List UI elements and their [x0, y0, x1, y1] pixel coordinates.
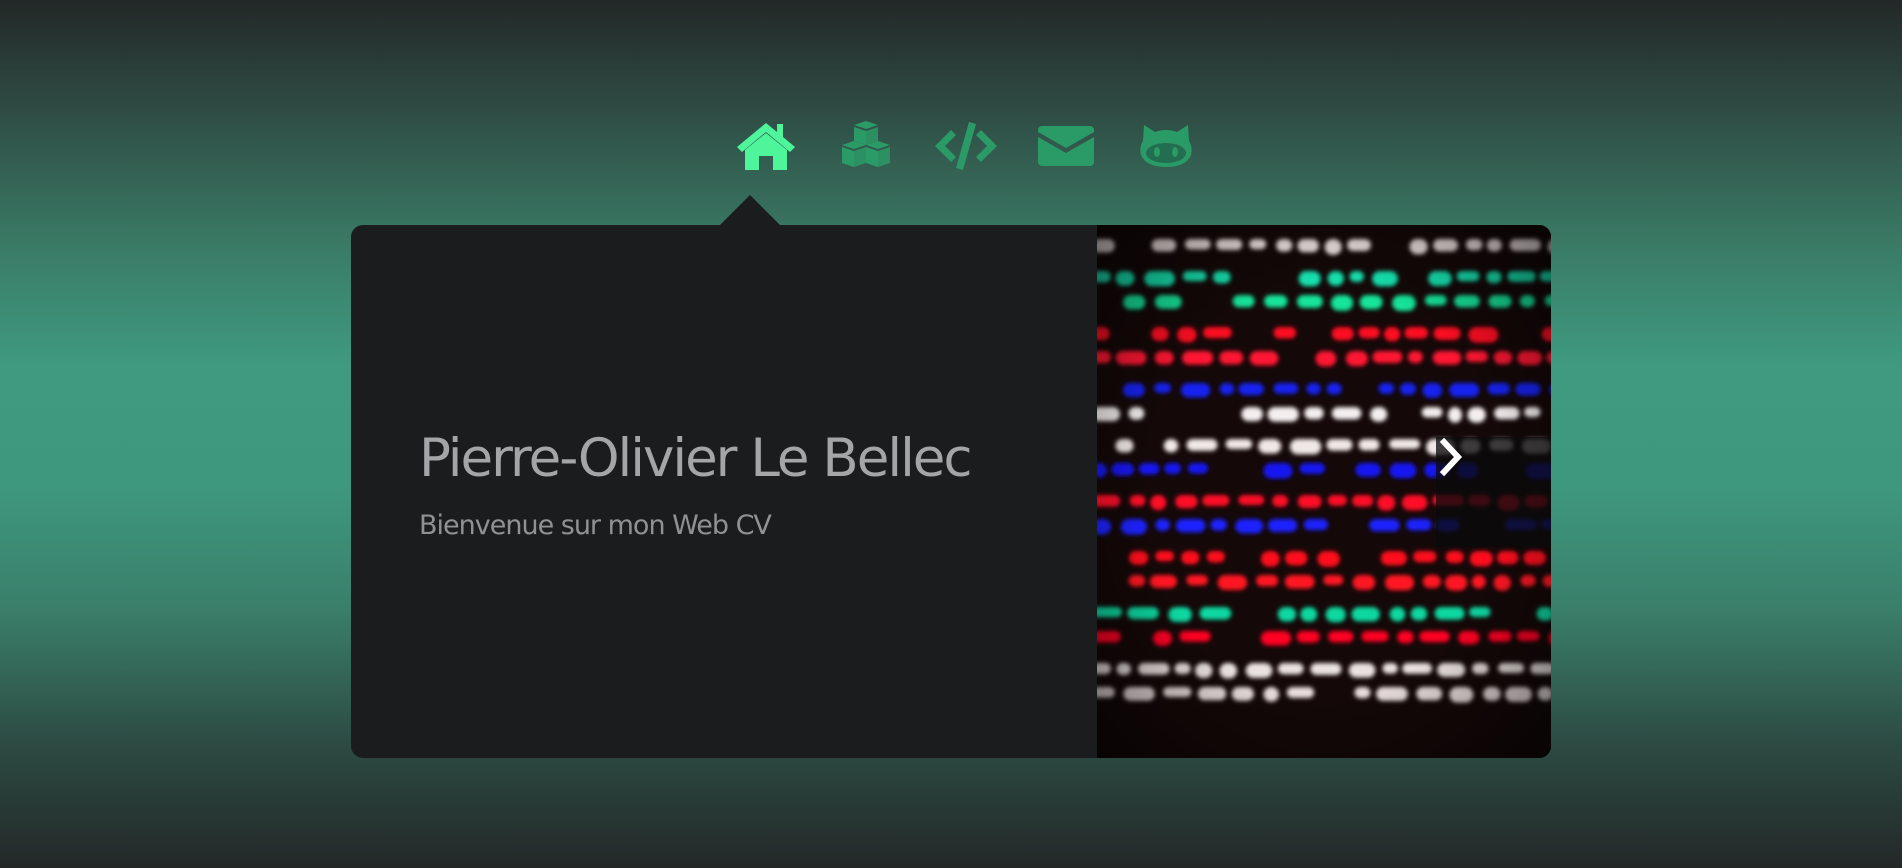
image-slider	[1097, 225, 1551, 758]
nav-code[interactable]	[916, 118, 1016, 174]
home-icon	[737, 123, 795, 170]
hero-title: Pierre-Olivier Le Bellec	[419, 428, 973, 489]
cubes-icon	[842, 121, 890, 167]
code-icon	[935, 122, 997, 170]
nav-contact[interactable]	[1016, 118, 1116, 174]
nav-github[interactable]	[1116, 118, 1216, 174]
envelope-icon	[1038, 126, 1094, 166]
nav-home[interactable]	[716, 118, 816, 174]
github-icon	[1140, 125, 1192, 167]
nav-projects[interactable]	[816, 118, 916, 174]
nav-active-pointer	[719, 195, 781, 226]
hero-card: Pierre-Olivier Le Bellec Bienvenue sur m…	[351, 225, 1551, 758]
chevron-right-icon	[1439, 437, 1463, 477]
hero-text: Pierre-Olivier Le Bellec Bienvenue sur m…	[419, 428, 1059, 542]
slider-next-button[interactable]	[1436, 437, 1551, 547]
main-nav	[716, 118, 1216, 174]
hero-subtitle: Bienvenue sur mon Web CV	[419, 510, 772, 542]
